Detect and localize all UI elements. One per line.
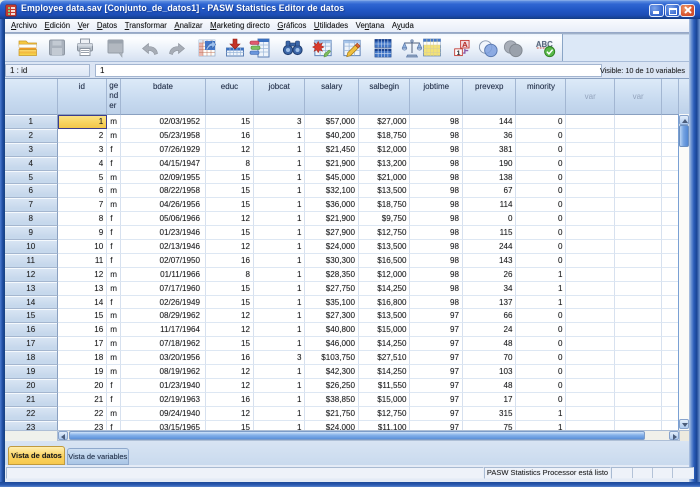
- svg-text:A: A: [462, 40, 468, 49]
- svg-text:1: 1: [457, 50, 461, 57]
